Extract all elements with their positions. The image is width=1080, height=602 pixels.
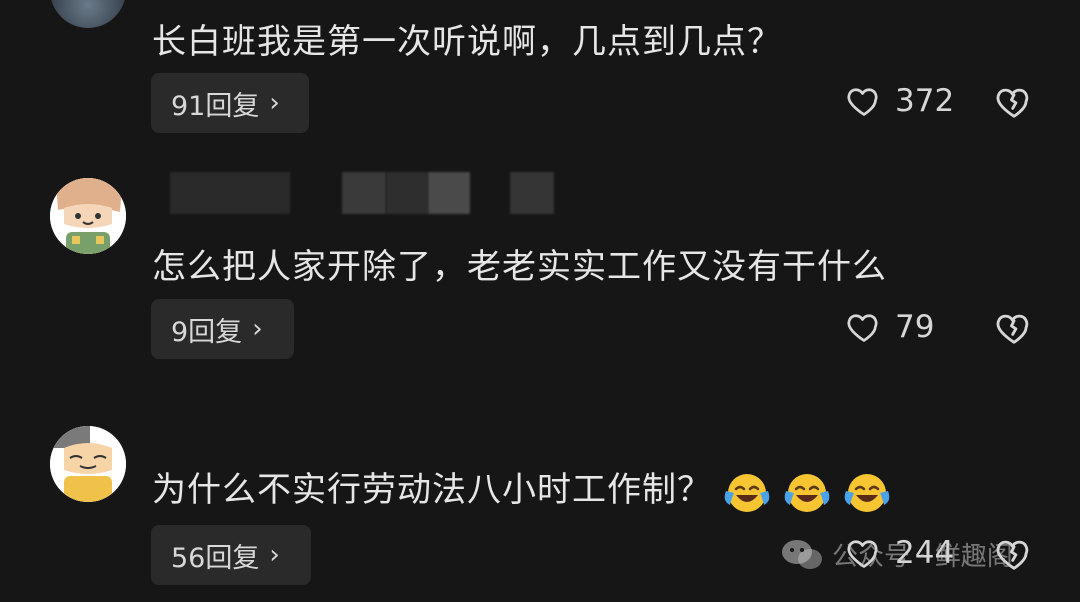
username-redacted [510, 172, 554, 214]
dislike-button[interactable] [994, 83, 1034, 125]
heart-outline-icon [847, 88, 878, 116]
wechat-icon [782, 539, 822, 569]
laughing-crying-emoji-icon [844, 473, 890, 512]
broken-heart-icon [996, 88, 1029, 118]
comment-text: 怎么把人家开除了，老老实实工作又没有干什么 [152, 247, 887, 287]
broken-heart-icon [996, 314, 1029, 344]
laughing-crying-emoji-icon [784, 473, 830, 512]
chevron-right-icon: › [252, 314, 263, 344]
dislike-button[interactable] [994, 309, 1034, 351]
cartoon-avatar-icon [50, 426, 126, 502]
username-redacted [428, 172, 470, 214]
avatar[interactable] [50, 426, 126, 502]
comment-text-body: 为什么不实行劳动法八小时工作制？ [152, 470, 712, 510]
username-redacted [386, 172, 428, 214]
comment-text: 为什么不实行劳动法八小时工作制？ [152, 462, 892, 515]
watermark: 公众号 · 鲜趣阁 [780, 536, 1013, 573]
replies-button[interactable]: 9回复 › [151, 299, 294, 359]
watermark-text: 公众号 · 鲜趣阁 [832, 542, 1013, 572]
heart-outline-icon [847, 314, 878, 342]
replies-button[interactable]: 56回复 › [151, 525, 311, 585]
cartoon-avatar-icon [50, 178, 126, 254]
replies-button[interactable]: 91回复 › [151, 73, 309, 133]
username-redacted [170, 172, 290, 214]
like-button[interactable]: 372 [845, 83, 954, 119]
chevron-right-icon: › [269, 88, 280, 118]
like-button[interactable]: 79 [845, 309, 934, 345]
chevron-right-icon: › [269, 540, 280, 570]
replies-count-label: 56回复 [171, 542, 260, 574]
comment-text: 长白班我是第一次听说啊，几点到几点？ [152, 22, 782, 62]
replies-count-label: 91回复 [171, 90, 260, 122]
avatar[interactable] [50, 178, 126, 254]
laughing-crying-emoji-icon [724, 473, 770, 512]
username-redacted [342, 172, 386, 214]
like-count: 372 [895, 83, 955, 119]
avatar[interactable] [50, 0, 126, 28]
like-count: 79 [895, 309, 935, 345]
replies-count-label: 9回复 [171, 316, 243, 348]
